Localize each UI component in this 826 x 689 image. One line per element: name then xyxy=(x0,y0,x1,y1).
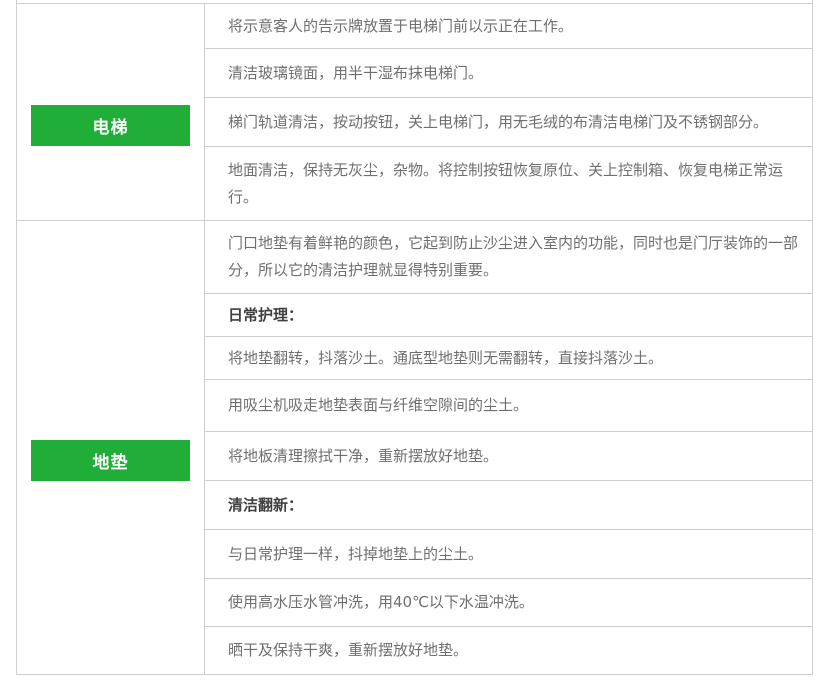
procedure-text: 与日常护理一样，抖掉地垫上的尘土。 xyxy=(228,541,483,568)
subsection-header-text: 清洁翻新： xyxy=(228,492,303,519)
procedure-text: 清洁玻璃镜面，用半干湿布抹电梯门。 xyxy=(228,60,483,87)
cleaning-procedure-table: 电梯 将示意客人的告示牌放置于电梯门前以示正在工作。 清洁玻璃镜面，用半干湿布抹… xyxy=(16,0,813,675)
procedure-text: 将地板清理擦拭干净，重新摆放好地垫。 xyxy=(228,443,498,470)
procedure-text: 将示意客人的告示牌放置于电梯门前以示正在工作。 xyxy=(228,13,573,40)
procedure-text: 梯门轨道清洁，按动按钮，关上电梯门，用无毛绒的布清洁电梯门及不锈钢部分。 xyxy=(228,109,768,136)
page: 电梯 将示意客人的告示牌放置于电梯门前以示正在工作。 清洁玻璃镜面，用半干湿布抹… xyxy=(0,0,826,689)
procedure-row: 地面清洁，保持无灰尘，杂物。将控制按钮恢复原位、关上控制箱、恢复电梯正常运行。 xyxy=(205,147,812,220)
section-elevator: 电梯 将示意客人的告示牌放置于电梯门前以示正在工作。 清洁玻璃镜面，用半干湿布抹… xyxy=(17,3,812,220)
procedure-row: 与日常护理一样，抖掉地垫上的尘土。 xyxy=(205,530,812,579)
procedure-row: 门口地垫有着鲜艳的颜色，它起到防止沙尘进入室内的功能，同时也是门厅装饰的一部分，… xyxy=(205,221,812,294)
subsection-header-row: 日常护理： xyxy=(205,294,812,337)
procedure-text: 将地垫翻转，抖落沙土。通底型地垫则无需翻转，直接抖落沙土。 xyxy=(228,345,663,372)
section-floor-mat: 地垫 门口地垫有着鲜艳的颜色，它起到防止沙尘进入室内的功能，同时也是门厅装饰的一… xyxy=(17,220,812,674)
procedure-text: 门口地垫有着鲜艳的颜色，它起到防止沙尘进入室内的功能，同时也是门厅装饰的一部分，… xyxy=(228,230,798,284)
procedure-text: 地面清洁，保持无灰尘，杂物。将控制按钮恢复原位、关上控制箱、恢复电梯正常运行。 xyxy=(228,157,798,211)
procedure-row: 将地板清理擦拭干净，重新摆放好地垫。 xyxy=(205,432,812,481)
procedure-row: 将示意客人的告示牌放置于电梯门前以示正在工作。 xyxy=(205,4,812,49)
procedure-row: 清洁玻璃镜面，用半干湿布抹电梯门。 xyxy=(205,49,812,98)
procedure-row: 使用高水压水管冲洗，用40℃以下水温冲洗。 xyxy=(205,579,812,627)
procedure-row: 用吸尘机吸走地垫表面与纤维空隙间的尘土。 xyxy=(205,380,812,432)
procedure-text: 用吸尘机吸走地垫表面与纤维空隙间的尘土。 xyxy=(228,392,528,419)
section-label-cell: 电梯 xyxy=(17,4,205,220)
procedure-text: 使用高水压水管冲洗，用40℃以下水温冲洗。 xyxy=(228,589,534,616)
subsection-header-text: 日常护理： xyxy=(228,302,303,329)
floor-mat-label-badge: 地垫 xyxy=(31,440,190,481)
procedure-text: 晒干及保持干爽，重新摆放好地垫。 xyxy=(228,637,468,664)
procedure-row: 梯门轨道清洁，按动按钮，关上电梯门，用无毛绒的布清洁电梯门及不锈钢部分。 xyxy=(205,98,812,147)
section-label-cell: 地垫 xyxy=(17,221,205,674)
elevator-label-badge: 电梯 xyxy=(31,105,190,146)
subsection-header-row: 清洁翻新： xyxy=(205,481,812,530)
section-rows: 将示意客人的告示牌放置于电梯门前以示正在工作。 清洁玻璃镜面，用半干湿布抹电梯门… xyxy=(205,4,812,220)
procedure-row: 将地垫翻转，抖落沙土。通底型地垫则无需翻转，直接抖落沙土。 xyxy=(205,337,812,380)
section-rows: 门口地垫有着鲜艳的颜色，它起到防止沙尘进入室内的功能，同时也是门厅装饰的一部分，… xyxy=(205,221,812,674)
procedure-row: 晒干及保持干爽，重新摆放好地垫。 xyxy=(205,627,812,674)
